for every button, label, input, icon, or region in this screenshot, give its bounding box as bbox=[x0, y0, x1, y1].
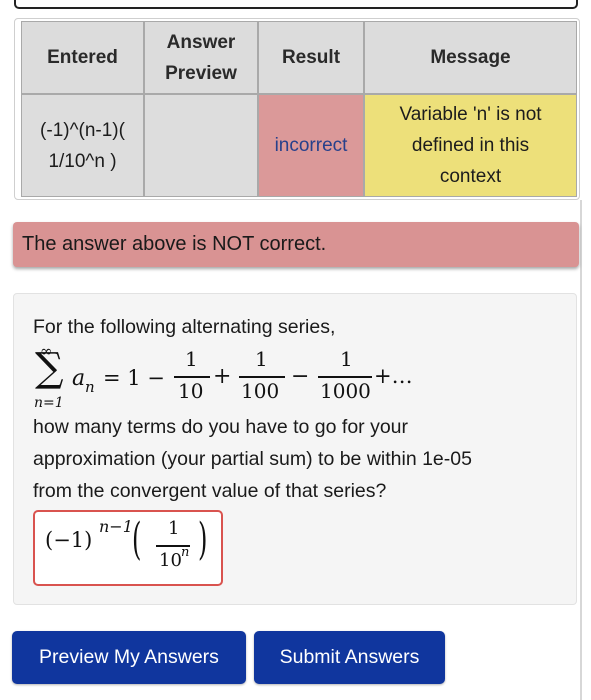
op-plus-ellipsis: +… bbox=[374, 364, 413, 388]
header-answer-preview: Answer Preview bbox=[144, 21, 258, 94]
header-message: Message bbox=[364, 21, 577, 94]
op-minus: − bbox=[291, 364, 310, 389]
previous-panel-edge bbox=[14, 0, 578, 9]
op-plus: + bbox=[213, 364, 232, 389]
question-line-1: how many terms do you have to go for you… bbox=[33, 416, 409, 438]
fraction-1-num: 1 bbox=[185, 347, 198, 371]
fraction-1-bar bbox=[174, 376, 210, 378]
preview-left-paren: ( bbox=[132, 514, 142, 565]
fraction-3-num: 1 bbox=[340, 347, 353, 371]
fraction-2-den: 100 bbox=[241, 379, 280, 403]
header-entered-line: Entered bbox=[47, 47, 118, 68]
term-subscript: n bbox=[85, 378, 95, 396]
preview-right-paren: ) bbox=[198, 514, 208, 565]
result-cell: incorrect bbox=[258, 94, 364, 197]
term-a: a bbox=[72, 366, 86, 391]
header-preview-line: Preview bbox=[165, 62, 237, 84]
entered-cell: (-1)^(n-1)( 1/10^n ) bbox=[21, 94, 144, 197]
message-line-1: Variable 'n' is not bbox=[399, 104, 542, 125]
sum-lower-limit: n=1 bbox=[34, 395, 64, 411]
preview-answers-button[interactable]: Preview My Answers bbox=[12, 631, 246, 684]
submit-answers-button[interactable]: Submit Answers bbox=[254, 631, 445, 684]
preview-base: (−1) bbox=[45, 528, 93, 552]
fraction-3-bar bbox=[318, 376, 372, 378]
message-cell: Variable 'n' is not defined in this cont… bbox=[364, 94, 577, 197]
preview-exponent: n−1 bbox=[99, 517, 133, 536]
header-result-label: Result bbox=[281, 47, 341, 68]
answer-input-box[interactable]: (−1) n−1 ( 1 10 n ) bbox=[33, 510, 223, 586]
preview-den-exp: n bbox=[181, 545, 190, 560]
fraction-1-den: 10 bbox=[178, 379, 204, 403]
page-divider bbox=[580, 200, 582, 700]
equals-one-minus: = 1 − bbox=[103, 366, 165, 390]
result-value: incorrect bbox=[274, 135, 348, 156]
preview-den-base: 10 bbox=[159, 550, 182, 571]
entered-line-1: (-1)^(n-1)( bbox=[40, 119, 125, 141]
header-answer-line: Answer bbox=[166, 31, 236, 53]
results-table: Entered Answer Preview Result Message (-… bbox=[14, 18, 580, 200]
answer-preview-cell bbox=[144, 94, 258, 197]
question-line-2: approximation (your partial sum) to be w… bbox=[33, 448, 472, 470]
message-line-2: defined in this bbox=[411, 135, 530, 156]
header-message-label: Message bbox=[430, 47, 511, 68]
incorrect-alert: The answer above is NOT correct. bbox=[13, 222, 579, 267]
fraction-2-num: 1 bbox=[255, 347, 268, 371]
fraction-3-den: 1000 bbox=[320, 379, 371, 403]
question-line-3: from the convergent value of that series… bbox=[33, 480, 387, 502]
preview-num: 1 bbox=[168, 518, 180, 539]
problem-panel: For the following alternating series, ∞ … bbox=[13, 293, 577, 605]
header-entered: Entered bbox=[21, 21, 144, 94]
problem-intro: For the following alternating series, bbox=[33, 316, 336, 338]
header-result: Result bbox=[258, 21, 364, 94]
message-line-3: context bbox=[439, 166, 502, 187]
entered-line-2: 1/10^n ) bbox=[48, 150, 117, 172]
fraction-2-bar bbox=[239, 376, 285, 378]
alert-text: The answer above is NOT correct. bbox=[22, 233, 327, 255]
sigma-symbol: ∑ bbox=[35, 345, 64, 391]
